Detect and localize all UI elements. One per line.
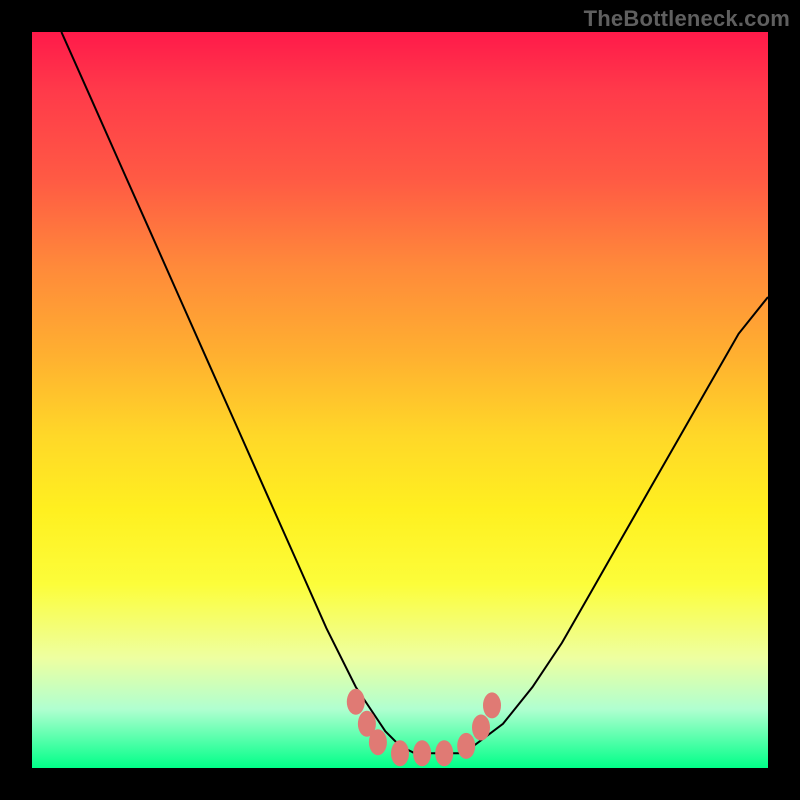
chart-frame: TheBottleneck.com (0, 0, 800, 800)
curve-marker (457, 733, 475, 759)
curve-marker (391, 740, 409, 766)
curve-marker (369, 729, 387, 755)
watermark-text: TheBottleneck.com (584, 6, 790, 32)
curve-marker (483, 692, 501, 718)
curve-marker (472, 715, 490, 741)
curve-marker (347, 689, 365, 715)
curve-marker (413, 740, 431, 766)
curve-layer (32, 32, 768, 768)
bottleneck-curve (61, 32, 768, 753)
curve-marker (435, 740, 453, 766)
plot-area (32, 32, 768, 768)
marker-group (347, 689, 501, 767)
